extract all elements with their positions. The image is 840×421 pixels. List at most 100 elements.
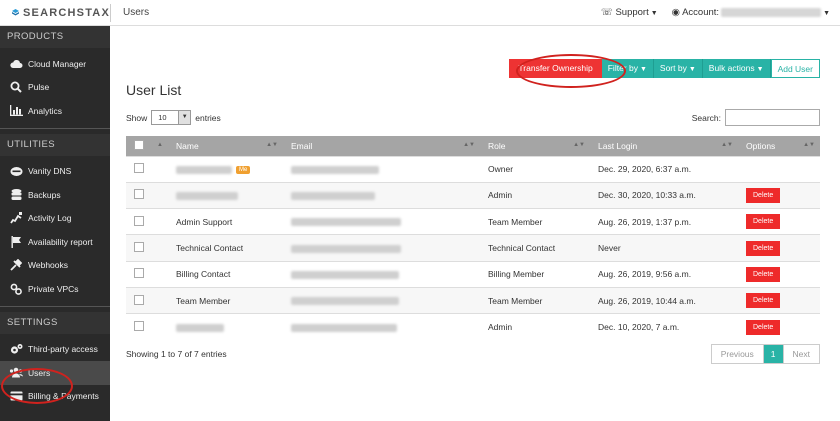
table-row[interactable]: Billing Contact Billing Member Aug. 26, 20…	[126, 260, 820, 288]
column-label: Email	[291, 140, 313, 151]
sidebar-item-activity-log[interactable]: Activity Log	[0, 207, 110, 231]
sidebar-item-label: Availability report	[28, 236, 93, 247]
bulk-actions-label: Bulk actions	[708, 63, 755, 73]
add-user-button[interactable]: Add User	[770, 59, 820, 78]
row-checkbox[interactable]	[134, 163, 144, 174]
table-row[interactable]: Me Owner Dec. 29, 2020, 6:37 a.m.	[126, 155, 820, 183]
table-row[interactable]: Team Member Team Member Aug. 26, 2019, 10:…	[126, 286, 820, 314]
row-checkbox[interactable]	[134, 215, 144, 226]
filter-by-label: Filter by	[607, 63, 638, 73]
select-all-checkbox[interactable]	[134, 139, 144, 150]
sort-icon: ▲▼	[573, 142, 585, 148]
sidebar-item-billing-payments[interactable]: Billing & Payments	[0, 385, 110, 409]
table-row[interactable]: Admin Support Team Member Aug. 26, 2019, 1…	[126, 208, 820, 235]
searchstax-logo[interactable]: SEARCHSTAX	[0, 6, 110, 19]
sidebar-item-label: Private VPCs	[28, 283, 79, 294]
row-checkbox[interactable]	[134, 268, 144, 279]
sidebar-item-users[interactable]: Users	[0, 361, 110, 385]
column-header-email[interactable]: Email ▲▼	[283, 136, 480, 156]
account-menu[interactable]: ◉ Account: ▼	[672, 7, 830, 18]
name-cell: Admin Support	[168, 208, 283, 235]
row-select-cell	[126, 181, 168, 209]
page-1-button[interactable]: 1	[763, 345, 783, 363]
sidebar-item-label: Billing & Payments	[28, 391, 99, 402]
support-label: Support	[615, 7, 649, 18]
sidebar-item-backups[interactable]: Backups	[0, 183, 110, 207]
sidebar-item-label: Cloud Manager	[28, 58, 87, 69]
column-header-role[interactable]: Role ▲▼	[480, 136, 590, 156]
delete-button[interactable]: Delete	[746, 240, 781, 256]
row-checkbox[interactable]	[134, 189, 144, 200]
role-cell: Owner	[480, 155, 590, 183]
column-header-last-login[interactable]: Last Login ▲▼	[590, 136, 738, 156]
sidebar-item-vanity-dns[interactable]: Vanity DNS	[0, 160, 110, 184]
sort-icon: ▲▼	[721, 142, 733, 148]
chevron-down-icon: ▼	[688, 66, 696, 73]
name-cell: Me	[168, 155, 283, 183]
sort-by-button[interactable]: Sort by ▼	[653, 59, 703, 78]
table-row[interactable]: Technical Contact Technical Contact Never D…	[126, 234, 820, 262]
name-redacted	[176, 192, 238, 201]
sidebar-item-availability-report[interactable]: Availability report	[0, 230, 110, 254]
vpc-icon	[9, 283, 23, 295]
sidebar-section-settings: SETTINGS	[0, 311, 110, 334]
search-input[interactable]	[725, 109, 820, 126]
previous-page-button[interactable]: Previous	[712, 345, 764, 363]
options-cell: Delete	[738, 313, 820, 341]
row-checkbox[interactable]	[134, 242, 144, 253]
name-redacted	[176, 323, 224, 332]
logo-mark-icon	[12, 8, 20, 16]
email-redacted	[291, 323, 397, 332]
email-cell	[283, 181, 480, 209]
column-header-name[interactable]: Name ▲▼	[168, 136, 283, 156]
bulk-actions-button[interactable]: Bulk actions ▼	[702, 59, 771, 78]
sort-by-label: Sort by	[659, 63, 687, 73]
delete-button[interactable]: Delete	[746, 293, 781, 309]
table-row[interactable]: Admin Dec. 30, 2020, 10:33 a.m. Delete	[126, 181, 820, 209]
user-name: Billing Contact	[176, 269, 231, 280]
user-circle-icon: ◉	[671, 7, 680, 18]
email-cell	[283, 286, 480, 314]
sort-icon: ▲▼	[803, 142, 815, 148]
select-all-header: ▲	[126, 136, 168, 156]
delete-button[interactable]: Delete	[746, 214, 781, 230]
activity-icon	[9, 212, 23, 224]
sidebar-item-label: Third-party access	[28, 344, 98, 355]
last-login-cell: Aug. 26, 2019, 1:37 p.m.	[590, 208, 738, 235]
sidebar-item-pulse[interactable]: Pulse	[0, 76, 110, 100]
row-checkbox[interactable]	[134, 321, 144, 332]
sidebar-item-webhooks[interactable]: Webhooks	[0, 254, 110, 278]
last-login-cell: Dec. 10, 2020, 7 a.m.	[590, 313, 738, 341]
support-menu[interactable]: ☏ Support ▼	[601, 7, 658, 18]
sidebar: PRODUCTS Cloud Manager Pulse Analytics UTILI…	[0, 26, 110, 421]
sidebar-item-cloud-manager[interactable]: Cloud Manager	[0, 52, 110, 76]
delete-button[interactable]: Delete	[746, 187, 781, 203]
sort-icon: ▲	[157, 142, 163, 148]
table-row[interactable]: Admin Dec. 10, 2020, 7 a.m. Delete	[126, 313, 820, 341]
filter-by-button[interactable]: Filter by ▼	[601, 59, 654, 78]
name-cell: Technical Contact	[168, 234, 283, 262]
row-checkbox[interactable]	[134, 294, 144, 305]
last-login-cell: Dec. 30, 2020, 10:33 a.m.	[590, 181, 738, 209]
database-icon	[9, 188, 23, 201]
entries-select[interactable]: 10 ▼	[151, 110, 192, 125]
role-cell: Admin	[480, 313, 590, 341]
last-login-cell: Aug. 26, 2019, 10:44 a.m.	[590, 286, 738, 314]
next-page-button[interactable]: Next	[782, 345, 819, 363]
name-redacted	[176, 165, 232, 174]
dns-icon	[9, 165, 23, 177]
delete-button[interactable]: Delete	[746, 319, 781, 335]
cogs-icon	[9, 343, 23, 355]
sidebar-item-third-party-access[interactable]: Third-party access	[0, 338, 110, 362]
sidebar-item-private-vpcs[interactable]: Private VPCs	[0, 277, 110, 301]
transfer-ownership-button[interactable]: Transfer Ownership	[509, 59, 602, 78]
sidebar-item-analytics[interactable]: Analytics	[0, 99, 110, 123]
user-toolbar: Transfer Ownership Filter by ▼ Sort by ▼ B…	[509, 59, 820, 78]
options-cell: Delete	[738, 234, 820, 262]
select-arrow-icon: ▼	[178, 111, 191, 124]
cloud-icon	[9, 58, 23, 70]
delete-button[interactable]: Delete	[746, 266, 781, 282]
table-header-row: ▲ Name ▲▼ Email ▲▼ Role ▲▼ Last Login ▲▼ Opt…	[126, 136, 820, 156]
bar-chart-icon	[9, 105, 23, 117]
user-name: Technical Contact	[176, 243, 244, 254]
